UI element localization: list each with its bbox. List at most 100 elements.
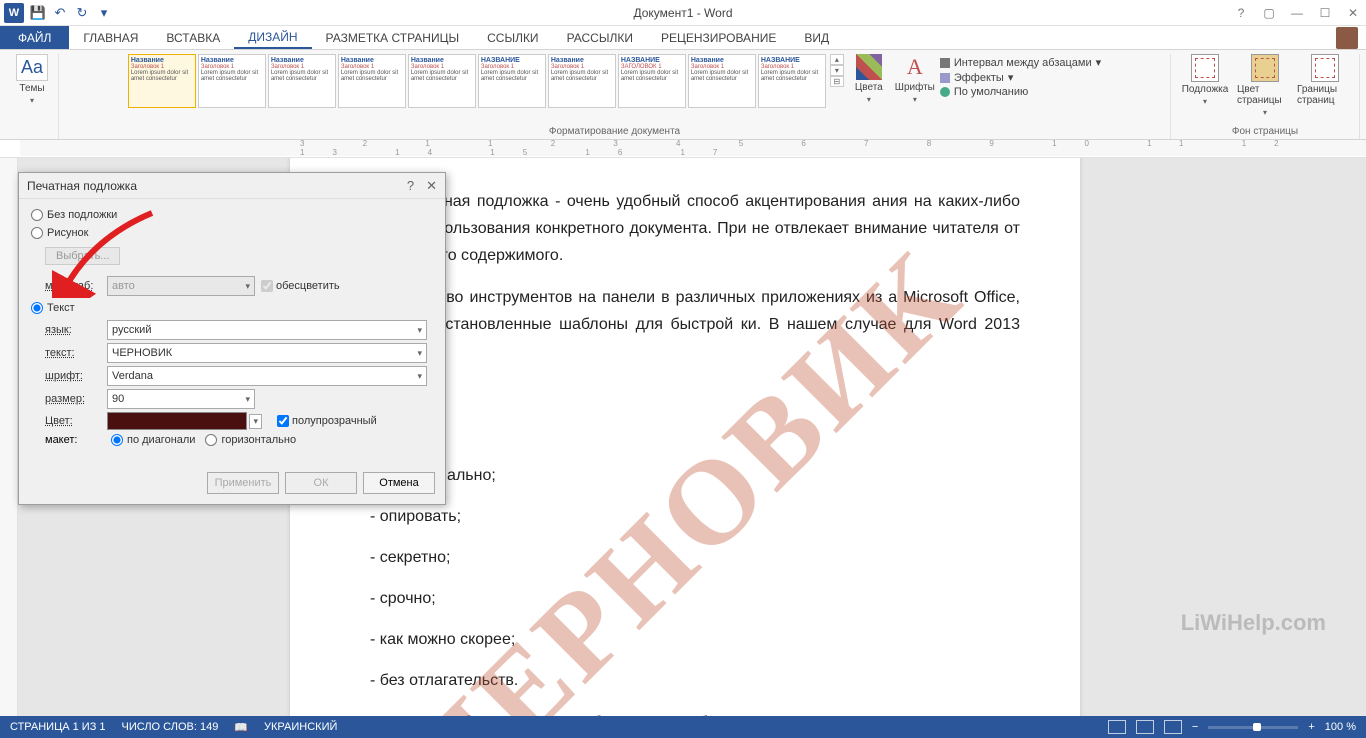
radio-horizontal[interactable]: горизонтально (205, 434, 296, 446)
themes-button[interactable]: Aa Темы ▾ (12, 54, 52, 105)
tab-design[interactable]: ДИЗАЙН (234, 26, 311, 49)
color-row: Цвет: полупрозрачный (45, 412, 433, 430)
style-thumb[interactable]: НазваниеЗаголовок 1Lorem ipsum dolor sit… (128, 54, 196, 108)
view-web-icon[interactable] (1164, 720, 1182, 734)
gallery-more-icon[interactable]: ⊟ (830, 76, 844, 87)
tab-view[interactable]: ВИД (790, 26, 843, 49)
tab-review[interactable]: РЕЦЕНЗИРОВАНИЕ (647, 26, 790, 49)
list-item[interactable]: - азец; (370, 379, 1020, 406)
view-print-icon[interactable] (1136, 720, 1154, 734)
size-row: размер: 90 (45, 389, 433, 409)
list-item[interactable]: - опировать; (370, 503, 1020, 530)
list-item[interactable]: - фиденциально; (370, 462, 1020, 489)
paragraph[interactable]: полупрозрачная подложка - очень удобный … (350, 188, 1020, 270)
style-thumb[interactable]: НАЗВАНИЕЗаголовок 1Lorem ipsum dolor sit… (478, 54, 546, 108)
status-words[interactable]: ЧИСЛО СЛОВ: 149 (122, 721, 219, 733)
list-item[interactable]: - срочно; (370, 585, 1020, 612)
zoom-slider[interactable] (1208, 726, 1298, 729)
status-language[interactable]: УКРАИНСКИЙ (264, 721, 337, 733)
scroll-up-icon[interactable]: ▴ (830, 54, 844, 65)
style-thumb[interactable]: НАЗВАНИЕЗАГОЛОВОК 1Lorem ipsum dolor sit… (618, 54, 686, 108)
scroll-down-icon[interactable]: ▾ (830, 65, 844, 76)
radio-input[interactable] (205, 434, 217, 446)
help-icon[interactable]: ? (1232, 4, 1250, 22)
close-icon[interactable]: ✕ (1344, 4, 1362, 22)
radio-input[interactable] (111, 434, 123, 446)
zoom-level[interactable]: 100 % (1325, 721, 1356, 733)
dialog-close-icon[interactable]: ✕ (426, 178, 437, 194)
semitransparent-checkbox[interactable]: полупрозрачный (277, 415, 377, 427)
text-combo[interactable]: ЧЕРНОВИК (107, 343, 427, 363)
apply-button: Применить (207, 472, 279, 494)
style-thumb[interactable]: НазваниеЗаголовок 1Lorem ipsum dolor sit… (688, 54, 756, 108)
doc-formatting-group: НазваниеЗаголовок 1Lorem ipsum dolor sit… (59, 54, 1171, 139)
view-read-icon[interactable] (1108, 720, 1126, 734)
paragraph[interactable]: Помимо шаблонов, разработчики добавили в… (350, 709, 1020, 716)
set-default-button[interactable]: По умолчанию (940, 86, 1101, 98)
tab-insert[interactable]: ВСТАВКА (152, 26, 234, 49)
save-icon[interactable]: 💾 (30, 5, 46, 21)
dialog-help-icon[interactable]: ? (407, 178, 414, 194)
watermark-button[interactable]: Подложка ▾ (1177, 54, 1233, 106)
maximize-icon[interactable]: ☐ (1316, 4, 1334, 22)
radio-no-watermark[interactable]: Без подложки (31, 209, 433, 221)
minimize-icon[interactable]: — (1288, 4, 1306, 22)
paragraph-spacing-button[interactable]: Интервал между абзацами ▾ (940, 56, 1101, 69)
colors-button[interactable]: Цвета ▾ (848, 54, 890, 104)
style-gallery[interactable]: НазваниеЗаголовок 1Lorem ipsum dolor sit… (128, 54, 826, 108)
ruler-horizontal[interactable]: 3 2 1 1 2 3 4 5 6 7 8 9 10 11 12 13 14 1… (0, 140, 1366, 158)
qat-dropdown-icon[interactable]: ▾ (96, 5, 112, 21)
list-item[interactable]: - секретно; (370, 544, 1020, 571)
page-color-button[interactable]: Цвет страницы ▾ (1237, 54, 1293, 117)
style-thumb[interactable]: НазваниеЗаголовок 1Lorem ipsum dolor sit… (408, 54, 476, 108)
paragraph[interactable]: и большинство инструментов на панели в р… (350, 284, 1020, 366)
redo-icon[interactable]: ↻ (74, 5, 90, 21)
radio-input[interactable] (31, 302, 43, 314)
radio-picture[interactable]: Рисунок (31, 227, 433, 239)
undo-icon[interactable]: ↶ (52, 5, 68, 21)
spellcheck-icon[interactable]: 📖 (234, 721, 248, 734)
zoom-out-icon[interactable]: − (1192, 721, 1198, 733)
ruler-vertical[interactable] (0, 158, 18, 716)
radio-diagonal[interactable]: по диагонали (111, 434, 195, 446)
colors-label: Цвета (855, 82, 883, 93)
effects-button[interactable]: Эффекты ▾ (940, 71, 1101, 84)
tab-mailings[interactable]: РАССЫЛКИ (553, 26, 647, 49)
ribbon-options-icon[interactable]: ▢ (1260, 4, 1278, 22)
page-borders-button[interactable]: Границы страниц (1297, 54, 1353, 106)
style-thumb[interactable]: НазваниеЗаголовок 1Lorem ipsum dolor sit… (268, 54, 336, 108)
checkbox-input[interactable] (277, 415, 289, 427)
cancel-button[interactable]: Отмена (363, 472, 435, 494)
style-thumb[interactable]: НАЗВАНИЕЗаголовок 1Lorem ipsum dolor sit… (758, 54, 826, 108)
list-item[interactable]: - без отлагательств. (370, 667, 1020, 694)
fonts-button[interactable]: A Шрифты ▾ (894, 54, 936, 104)
ribbon-tabs: ФАЙЛ ГЛАВНАЯ ВСТАВКА ДИЗАЙН РАЗМЕТКА СТР… (0, 26, 1366, 50)
style-thumb[interactable]: НазваниеЗаголовок 1Lorem ipsum dolor sit… (198, 54, 266, 108)
radio-input[interactable] (31, 209, 43, 221)
washout-checkbox: обесцветить (261, 280, 340, 292)
gallery-scroll[interactable]: ▴ ▾ ⊟ (830, 54, 844, 87)
user-avatar[interactable] (1336, 27, 1358, 49)
radio-text[interactable]: Текст (31, 302, 433, 314)
scale-combo: авто (107, 276, 255, 296)
font-combo[interactable]: Verdana (107, 366, 427, 386)
tab-page-layout[interactable]: РАЗМЕТКА СТРАНИЦЫ (312, 26, 474, 49)
style-thumb[interactable]: НазваниеЗаголовок 1Lorem ipsum dolor sit… (548, 54, 616, 108)
tab-references[interactable]: ССЫЛКИ (473, 26, 552, 49)
size-combo[interactable]: 90 (107, 389, 255, 409)
list-item[interactable]: - как можно скорее; (370, 626, 1020, 653)
lang-row: язык: русский (45, 320, 433, 340)
zoom-in-icon[interactable]: + (1308, 721, 1314, 733)
checkbox-input (261, 280, 273, 292)
document-body[interactable]: полупрозрачная подложка - очень удобный … (350, 188, 1020, 716)
lang-combo[interactable]: русский (107, 320, 427, 340)
status-page[interactable]: СТРАНИЦА 1 ИЗ 1 (10, 721, 106, 733)
themes-group: Aa Темы ▾ (6, 54, 59, 139)
radio-input[interactable] (31, 227, 43, 239)
dialog-titlebar[interactable]: Печатная подложка ? ✕ (19, 173, 445, 199)
tab-home[interactable]: ГЛАВНАЯ (69, 26, 152, 49)
style-thumb[interactable]: НазваниеЗаголовок 1Lorem ipsum dolor sit… (338, 54, 406, 108)
file-tab[interactable]: ФАЙЛ (0, 26, 69, 49)
list-item[interactable]: - новик; (370, 420, 1020, 447)
color-picker[interactable] (107, 412, 247, 430)
